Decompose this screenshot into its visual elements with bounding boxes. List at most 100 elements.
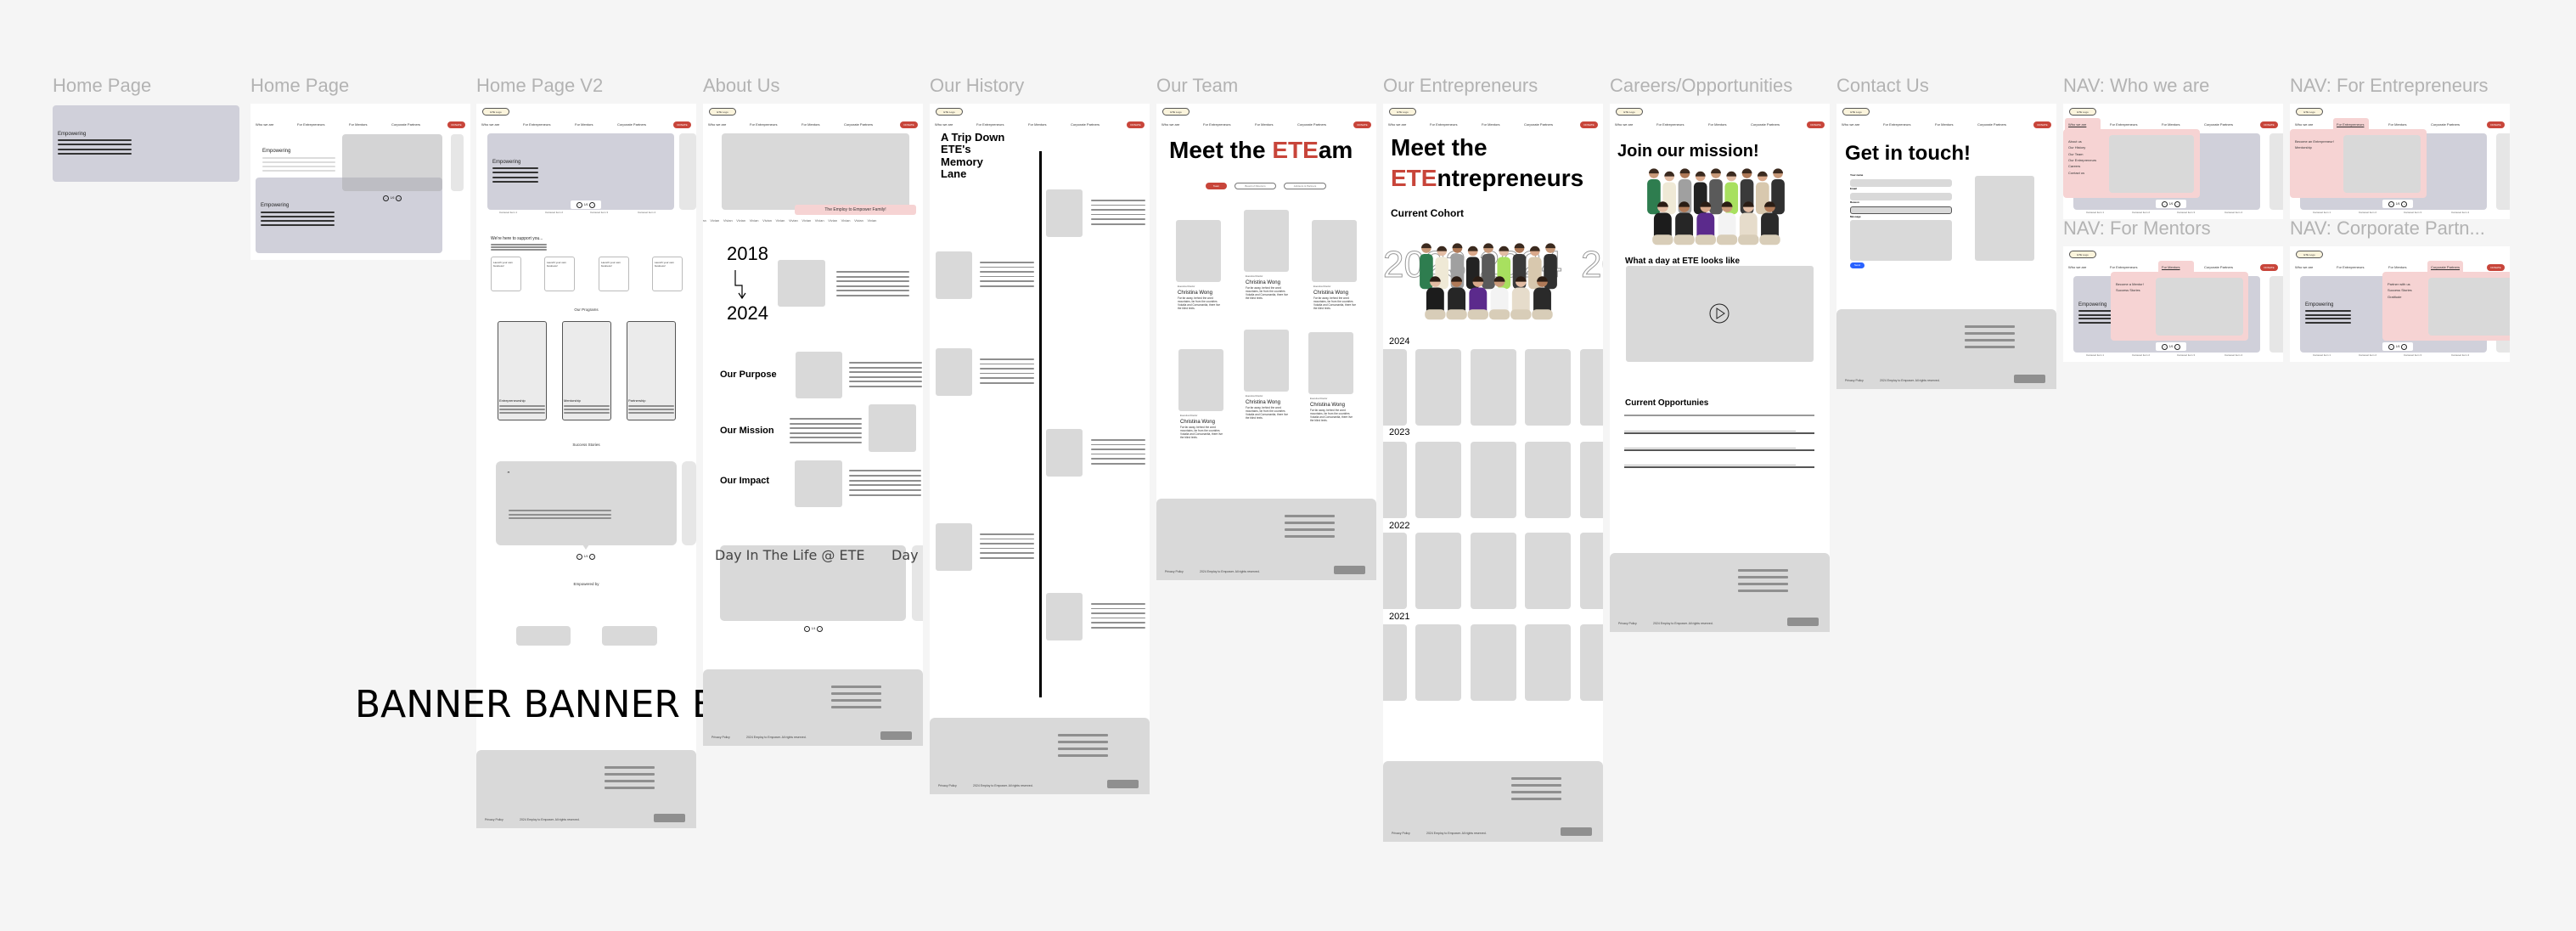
ete-logo[interactable]: ETE Logo — [709, 108, 736, 116]
nav-item-corporate-partners[interactable]: Corporate Partners — [1977, 122, 2006, 127]
nav-item-corporate-partners[interactable]: Corporate Partners — [617, 122, 646, 127]
arrow-right-icon[interactable]: → — [2174, 343, 2180, 350]
ete-logo[interactable]: ETE Logo — [2069, 108, 2096, 116]
dropdown-item[interactable]: Gratitude — [2388, 295, 2401, 299]
support-card[interactable]: Launch your own business! — [652, 257, 683, 291]
privacy-policy-link[interactable]: Privacy Policy — [1845, 380, 1864, 383]
nav-item-corporate-partners[interactable]: Corporate Partners — [2204, 122, 2233, 127]
carousel-item-label[interactable]: Carousel item 1 — [499, 212, 517, 214]
dropdown-item[interactable]: Our Team — [2068, 152, 2084, 156]
nav-item-for-entrepreneurs[interactable]: For Entrepreneurs — [1203, 122, 1230, 127]
arrow-left-icon[interactable]: ← — [577, 201, 583, 208]
send-button[interactable]: Send — [1850, 262, 1865, 268]
nav-item-who-we-are[interactable]: Who we are — [481, 122, 499, 127]
carousel-item-label[interactable]: Carousel item 4 — [2224, 212, 2242, 214]
privacy-policy-link[interactable]: Privacy Policy — [938, 785, 957, 788]
nav-item-who-we-are[interactable]: Who we are — [1842, 122, 1859, 127]
ete-logo[interactable]: ETE Logo — [482, 108, 509, 116]
arrow-left-icon[interactable]: ← — [2388, 343, 2395, 350]
timeline-image[interactable] — [1046, 429, 1083, 477]
arrow-left-icon[interactable]: ← — [2388, 200, 2395, 207]
ete-logo[interactable]: ETE Logo — [2296, 108, 2323, 116]
footer-button[interactable] — [880, 731, 912, 740]
donate-button[interactable]: DONATE — [1807, 121, 1825, 128]
entrepreneur-card[interactable] — [1383, 349, 1407, 426]
entrepreneur-card[interactable] — [1471, 624, 1516, 701]
support-card[interactable]: Launch your own business! — [544, 257, 575, 291]
nav-item-who-we-are[interactable]: Who we are — [1388, 122, 1406, 127]
member-photo[interactable] — [1244, 330, 1289, 392]
nav-item-for-entrepreneurs[interactable]: For Entrepreneurs — [2337, 122, 2364, 127]
privacy-policy-link[interactable]: Privacy Policy — [1165, 571, 1184, 574]
entrepreneur-card[interactable] — [1525, 442, 1571, 518]
nav-item-corporate-partners[interactable]: Corporate Partners — [1751, 122, 1780, 127]
nav-item-corporate-partners[interactable]: Corporate Partners — [844, 122, 873, 127]
carousel-item-label[interactable]: Carousel item 1 — [2086, 212, 2104, 214]
entrepreneur-card[interactable] — [1415, 442, 1461, 518]
entrepreneur-card[interactable] — [1580, 533, 1603, 609]
timeline-image[interactable] — [936, 348, 972, 396]
nav-item-for-mentors[interactable]: For Mentors — [1935, 122, 1954, 127]
nav-item-for-mentors[interactable]: For Mentors — [2388, 122, 2407, 127]
carousel-item-label[interactable]: Carousel item 3 — [2177, 354, 2195, 357]
nav-item-for-entrepreneurs[interactable]: For Entrepreneurs — [1656, 122, 1684, 127]
donate-button[interactable]: DONATE — [673, 121, 691, 128]
opportunity-row[interactable] — [1624, 431, 1796, 432]
carousel-item-label[interactable]: Carousel item 2 — [2132, 212, 2150, 214]
nav-item-for-entrepreneurs[interactable]: For Entrepreneurs — [523, 122, 550, 127]
nav-item-who-we-are[interactable]: Who we are — [2295, 122, 2313, 127]
message-field[interactable] — [1850, 220, 1952, 261]
ete-logo[interactable]: ETE Logo — [2069, 251, 2096, 258]
nav-item-for-mentors[interactable]: For Mentors — [1482, 122, 1500, 127]
nav-item-who-we-are[interactable]: Who we are — [1615, 122, 1633, 127]
dropdown-item[interactable]: Our History — [2068, 146, 2085, 150]
frame-label[interactable]: NAV: For Entrepreneurs — [2290, 76, 2489, 95]
support-card[interactable]: Launch your own business! — [599, 257, 629, 291]
footer-button[interactable] — [1107, 780, 1139, 788]
footer-button[interactable] — [1787, 618, 1819, 626]
frame-label[interactable]: NAV: Who we are — [2063, 76, 2209, 95]
nav-item-who-we-are[interactable]: Who we are — [256, 122, 273, 127]
nav-item-who-we-are[interactable]: Who we are — [2068, 265, 2086, 269]
donate-button[interactable]: DONATE — [1580, 121, 1598, 128]
privacy-policy-link[interactable]: Privacy Policy — [1618, 623, 1637, 626]
nav-item-for-entrepreneurs[interactable]: For Entrepreneurs — [750, 122, 777, 127]
nav-item-for-entrepreneurs[interactable]: For Entrepreneurs — [1430, 122, 1457, 127]
arrow-right-icon[interactable]: → — [2400, 200, 2407, 207]
tab-team[interactable]: Team — [1206, 183, 1227, 189]
frame-label[interactable]: Contact Us — [1836, 76, 1929, 95]
nav-item-corporate-partners[interactable]: Corporate Partners — [1297, 122, 1326, 127]
donate-button[interactable]: DONATE — [447, 121, 465, 128]
carousel-item-label[interactable]: Carousel item 4 — [2451, 212, 2469, 214]
timeline-image[interactable] — [1046, 189, 1083, 237]
carousel-item-label[interactable]: Carousel item 3 — [2177, 212, 2195, 214]
entrepreneur-card[interactable] — [1471, 442, 1516, 518]
nav-item-who-we-are[interactable]: Who we are — [1161, 122, 1179, 127]
carousel-item-label[interactable]: Carousel item 1 — [2313, 212, 2331, 214]
donate-button[interactable]: DONATE — [2260, 264, 2278, 271]
arrow-right-icon[interactable]: → — [2400, 343, 2407, 350]
nav-item-for-mentors[interactable]: For Mentors — [2162, 265, 2180, 269]
nav-item-for-entrepreneurs[interactable]: For Entrepreneurs — [1883, 122, 1910, 127]
entrepreneur-card[interactable] — [1383, 442, 1407, 518]
timeline-image[interactable] — [936, 251, 972, 299]
dropdown-item[interactable]: About us — [2068, 139, 2082, 144]
nav-item-corporate-partners[interactable]: Corporate Partners — [2431, 122, 2460, 127]
arrow-right-icon[interactable]: → — [2174, 200, 2180, 207]
arrow-right-icon[interactable]: → — [816, 625, 823, 632]
frame-label[interactable]: Our Entrepreneurs — [1383, 76, 1538, 95]
timeline-image[interactable] — [936, 523, 972, 571]
entrepreneur-card[interactable] — [1471, 349, 1516, 426]
member-photo[interactable] — [1308, 332, 1353, 394]
reason-field[interactable] — [1850, 206, 1952, 214]
entrepreneur-card[interactable] — [1525, 349, 1571, 426]
carousel-item-label[interactable]: Carousel item 1 — [2086, 354, 2104, 357]
privacy-policy-link[interactable]: Privacy Policy — [485, 819, 503, 822]
dropdown-item[interactable]: Mentorship — [2295, 146, 2312, 150]
footer-button[interactable] — [654, 814, 685, 822]
carousel-item-label[interactable]: Carousel item 2 — [2359, 354, 2376, 357]
nav-item-for-mentors[interactable]: For Mentors — [1255, 122, 1274, 127]
entrepreneur-card[interactable] — [1383, 533, 1407, 609]
arrow-left-icon[interactable]: ← — [2162, 200, 2168, 207]
ete-logo[interactable]: ETE Logo — [2296, 251, 2323, 258]
